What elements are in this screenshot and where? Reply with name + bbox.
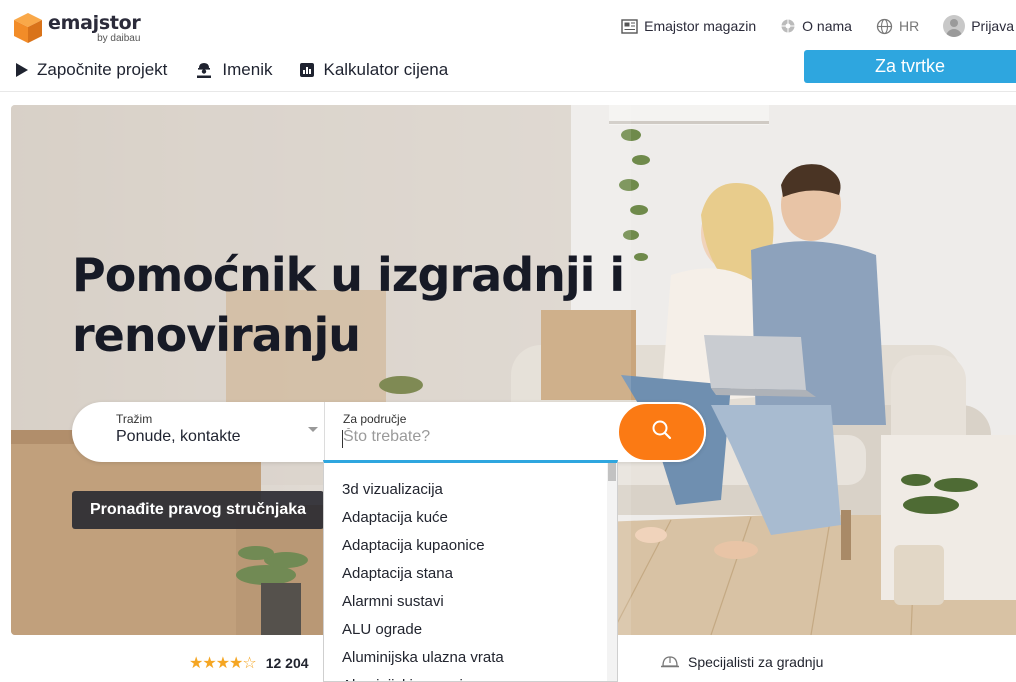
calculator-chart-icon: [300, 63, 315, 77]
login-link[interactable]: Prijava: [943, 15, 1014, 37]
magazine-link[interactable]: Emajstor magazin: [621, 18, 756, 34]
search-area-field[interactable]: Za područje: [324, 402, 620, 462]
language-label: HR: [898, 18, 920, 34]
main-nav: Započnite projekt Imenik Kalkulator cije…: [16, 60, 476, 80]
top-links: Emajstor magazin O nama HR Prijava: [621, 15, 1016, 37]
worker-icon: [195, 61, 213, 79]
find-expert-button[interactable]: Pronađite pravog stručnjaka: [72, 491, 325, 529]
dropdown-item[interactable]: 3d vizualizacija: [324, 476, 617, 504]
logo-cube-icon: [12, 12, 44, 44]
dropdown-item[interactable]: Adaptacija kuće: [324, 504, 617, 532]
search-bar: Tražim Ponude, kontakte Za područje: [72, 402, 706, 462]
chevron-down-icon: [308, 427, 318, 432]
magazine-link-label: Emajstor magazin: [644, 18, 757, 34]
about-link[interactable]: O nama: [780, 18, 852, 34]
logo-name: emajstor: [48, 12, 141, 34]
dropdown-item[interactable]: ALU ograde: [324, 616, 617, 644]
nav-directory-label: Imenik: [222, 60, 273, 79]
play-icon: [16, 63, 28, 77]
login-link-label: Prijava: [971, 18, 1014, 34]
text-cursor: [342, 430, 343, 448]
search-icon: [651, 419, 673, 446]
nav-start-project[interactable]: Započnite projekt: [16, 60, 167, 80]
hardhat-icon: [660, 654, 680, 670]
dropdown-item[interactable]: Adaptacija kupaonice: [324, 532, 617, 560]
for-business-button[interactable]: Za tvrtke: [804, 50, 1016, 83]
globe-icon: [876, 18, 893, 35]
autocomplete-dropdown: 3d vizualizacija Adaptacija kuće Adaptac…: [323, 460, 618, 682]
search-type-select[interactable]: Tražim Ponude, kontakte: [72, 402, 324, 462]
rating-count: 12 204: [265, 655, 309, 671]
dropdown-scrollbar[interactable]: [607, 463, 617, 681]
newspaper-icon: [621, 18, 638, 34]
nav-price-calculator[interactable]: Kalkulator cijena: [300, 60, 448, 80]
dropdown-item[interactable]: Aluminijski prozori: [324, 672, 617, 681]
specialists-label: Specijalisti za gradnju: [688, 654, 824, 670]
user-avatar-icon: [943, 15, 966, 37]
about-link-label: O nama: [802, 18, 852, 34]
search-area-label: Za područje: [343, 412, 407, 426]
rating-summary: ★★★★☆ 12 204: [189, 653, 309, 673]
logo-byline: by daibau: [97, 33, 141, 44]
logo[interactable]: emajstor by daibau: [12, 12, 141, 44]
search-input[interactable]: [343, 428, 603, 446]
language-selector[interactable]: HR: [876, 18, 919, 35]
search-type-value: Ponude, kontakte: [116, 428, 241, 445]
rating-stars: ★★★★☆: [189, 655, 257, 672]
hero-title: Pomoćnik u izgradnji i renoviranju: [72, 248, 625, 362]
dropdown-item[interactable]: Aluminijska ulazna vrata: [324, 644, 617, 672]
dropdown-item[interactable]: Adaptacija stana: [324, 560, 617, 588]
dropdown-scrollbar-thumb[interactable]: [608, 463, 616, 481]
dropdown-item[interactable]: Alarmni sustavi: [324, 588, 617, 616]
specialists-link[interactable]: Specijalisti za gradnju: [660, 654, 823, 670]
nav-start-project-label: Započnite projekt: [37, 60, 168, 79]
search-type-label: Tražim: [116, 412, 153, 426]
search-button[interactable]: [617, 402, 706, 462]
gear-flower-icon: [780, 18, 796, 34]
nav-directory[interactable]: Imenik: [195, 60, 272, 80]
site-header: emajstor by daibau Emajstor magazin O na…: [0, 0, 1016, 92]
nav-price-calculator-label: Kalkulator cijena: [323, 60, 449, 79]
